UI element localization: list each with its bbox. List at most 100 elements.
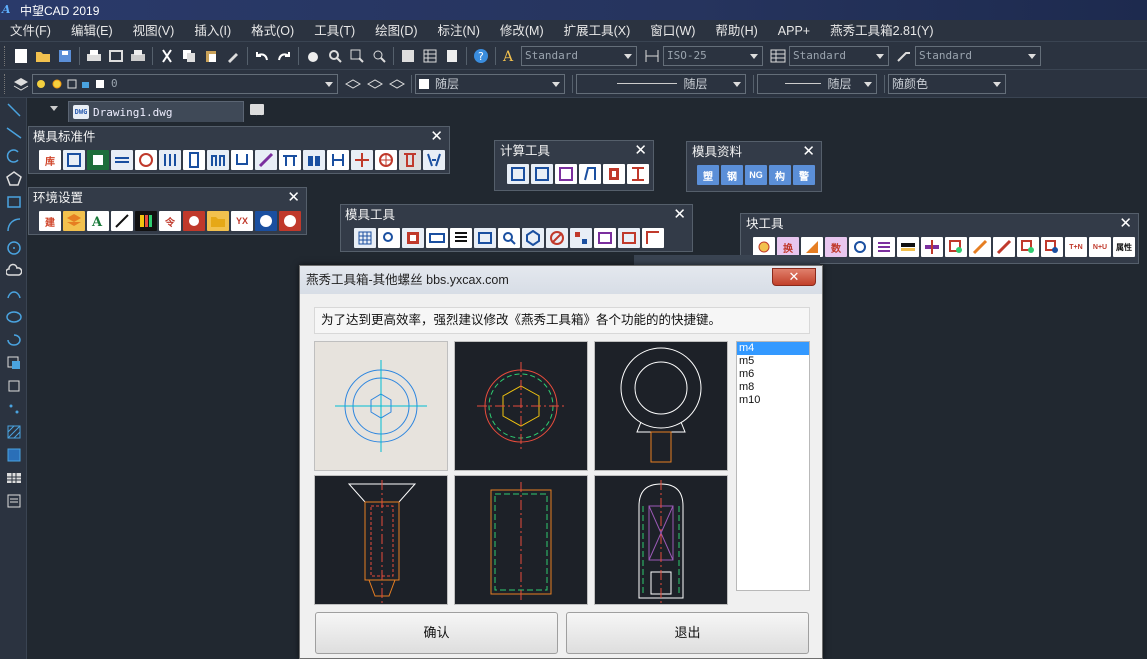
- close-icon[interactable]: ✕: [430, 127, 443, 147]
- spline-icon[interactable]: [0, 282, 27, 305]
- screw-icon[interactable]: [399, 150, 421, 170]
- spring-icon[interactable]: [135, 150, 157, 170]
- new-file-icon[interactable]: [10, 45, 32, 67]
- revision-cloud-icon[interactable]: [0, 259, 27, 282]
- block-swap-icon[interactable]: 换: [777, 237, 799, 257]
- offset-tool-icon[interactable]: [426, 228, 448, 248]
- color-select[interactable]: 随层: [415, 73, 565, 94]
- dim-style-icon[interactable]: [641, 45, 663, 67]
- color-setup-icon[interactable]: [135, 211, 157, 231]
- block-purge-icon[interactable]: [1041, 237, 1063, 257]
- ejector-pin-icon[interactable]: [159, 150, 181, 170]
- dim-setup-icon[interactable]: [111, 211, 133, 231]
- menu-view[interactable]: 视图(V): [123, 20, 185, 42]
- clean-setup-icon[interactable]: [183, 211, 205, 231]
- text-setup-icon[interactable]: A: [87, 211, 109, 231]
- screw-preview-hex-top[interactable]: [454, 341, 588, 471]
- cooling-icon[interactable]: [375, 150, 397, 170]
- lifter-icon[interactable]: [279, 150, 301, 170]
- block-nu-icon[interactable]: N+U: [1089, 237, 1111, 257]
- table-style-select[interactable]: Standard: [789, 45, 889, 66]
- ng-data-icon[interactable]: NG: [745, 165, 767, 185]
- linetype-select[interactable]: 随层: [576, 73, 746, 94]
- menu-tools[interactable]: 工具(T): [304, 20, 365, 42]
- match-properties-icon[interactable]: [222, 45, 244, 67]
- pan-hand-icon[interactable]: [302, 45, 324, 67]
- block-attribute-icon[interactable]: 属性: [1113, 237, 1135, 257]
- parting-line-icon[interactable]: [402, 228, 424, 248]
- menu-help[interactable]: 帮助(H): [705, 20, 767, 42]
- print-preview-icon[interactable]: [105, 45, 127, 67]
- command-setup-icon[interactable]: 令: [159, 211, 181, 231]
- circle-icon[interactable]: [0, 236, 27, 259]
- table-icon[interactable]: [0, 466, 27, 489]
- dim-style-select[interactable]: ISO-25: [663, 45, 763, 66]
- exit-button[interactable]: 退出: [566, 612, 809, 654]
- weight-calc-icon[interactable]: [555, 164, 577, 184]
- shrink-calc-icon[interactable]: [603, 164, 625, 184]
- text-style-select[interactable]: Standard: [521, 45, 637, 66]
- yx-config-icon[interactable]: YX: [231, 211, 253, 231]
- help-icon[interactable]: ?: [470, 45, 492, 67]
- menu-file[interactable]: 文件(F): [0, 20, 61, 42]
- search-tool-icon[interactable]: [498, 228, 520, 248]
- size-option[interactable]: m10: [737, 394, 809, 407]
- 3d-tool-icon[interactable]: [522, 228, 544, 248]
- layers-setup-icon[interactable]: [63, 211, 85, 231]
- size-option[interactable]: m5: [737, 355, 809, 368]
- standard-library-icon[interactable]: 库: [39, 150, 61, 170]
- tab-drawing1[interactable]: DWG Drawing1.dwg ✕: [68, 101, 263, 122]
- block-insert-icon[interactable]: [753, 237, 775, 257]
- erase-tool-icon[interactable]: [546, 228, 568, 248]
- stop-block-icon[interactable]: [303, 150, 325, 170]
- layer-previous-icon[interactable]: [364, 73, 386, 95]
- list-tool-icon[interactable]: [450, 228, 472, 248]
- hatch-icon[interactable]: [0, 420, 27, 443]
- menu-modify[interactable]: 修改(M): [490, 20, 554, 42]
- size-option[interactable]: m4: [737, 342, 809, 355]
- close-icon[interactable]: ✕: [673, 205, 686, 225]
- plastic-data-icon[interactable]: 塑: [697, 165, 719, 185]
- steel-data-icon[interactable]: 钢: [721, 165, 743, 185]
- polygon-icon[interactable]: [0, 167, 27, 190]
- zoom-tool-icon[interactable]: [378, 228, 400, 248]
- menu-edit[interactable]: 编辑(E): [61, 20, 123, 42]
- undo-icon[interactable]: [251, 45, 273, 67]
- grid-tool-icon[interactable]: [354, 228, 376, 248]
- close-icon[interactable]: ✕: [634, 141, 647, 161]
- block-align-icon[interactable]: [897, 237, 919, 257]
- menu-yanxiu-toolbox[interactable]: 燕秀工具箱2.81(Y): [820, 20, 944, 42]
- frame-tool-icon[interactable]: [642, 228, 664, 248]
- arc-icon[interactable]: [0, 213, 27, 236]
- water-plug-icon[interactable]: [351, 150, 373, 170]
- screw-preview-socket-top[interactable]: [314, 341, 448, 471]
- menu-app-plus[interactable]: APP+: [768, 20, 820, 42]
- layer-states-icon[interactable]: [386, 73, 408, 95]
- text-tool-icon[interactable]: [474, 228, 496, 248]
- publish-icon[interactable]: [127, 45, 149, 67]
- size-option[interactable]: m6: [737, 368, 809, 381]
- block-edit-icon[interactable]: [969, 237, 991, 257]
- construction-line-icon[interactable]: [0, 121, 27, 144]
- close-icon[interactable]: ✕: [1119, 214, 1132, 234]
- properties-icon[interactable]: [397, 45, 419, 67]
- draft-calc-icon[interactable]: [579, 164, 601, 184]
- hole-tool-icon[interactable]: [618, 228, 640, 248]
- menu-insert[interactable]: 插入(I): [184, 20, 241, 42]
- print-icon[interactable]: [83, 45, 105, 67]
- size-listbox[interactable]: m4 m5 m6 m8 m10: [736, 341, 810, 591]
- make-block-icon[interactable]: [0, 374, 27, 397]
- locating-ring-icon[interactable]: [231, 150, 253, 170]
- rectangle-icon[interactable]: [0, 190, 27, 213]
- close-icon[interactable]: ✕: [287, 188, 300, 208]
- layer-manager-icon[interactable]: [10, 73, 32, 95]
- plate-icon[interactable]: [87, 150, 109, 170]
- multileader-style-icon[interactable]: [893, 45, 915, 67]
- sprue-bushing-icon[interactable]: [183, 150, 205, 170]
- confirm-button[interactable]: 确认: [315, 612, 558, 654]
- multileader-style-select[interactable]: Standard: [915, 45, 1041, 66]
- screw-preview-socket-side[interactable]: [594, 475, 728, 605]
- gradient-icon[interactable]: [0, 443, 27, 466]
- design-center-icon[interactable]: [419, 45, 441, 67]
- save-icon[interactable]: [54, 45, 76, 67]
